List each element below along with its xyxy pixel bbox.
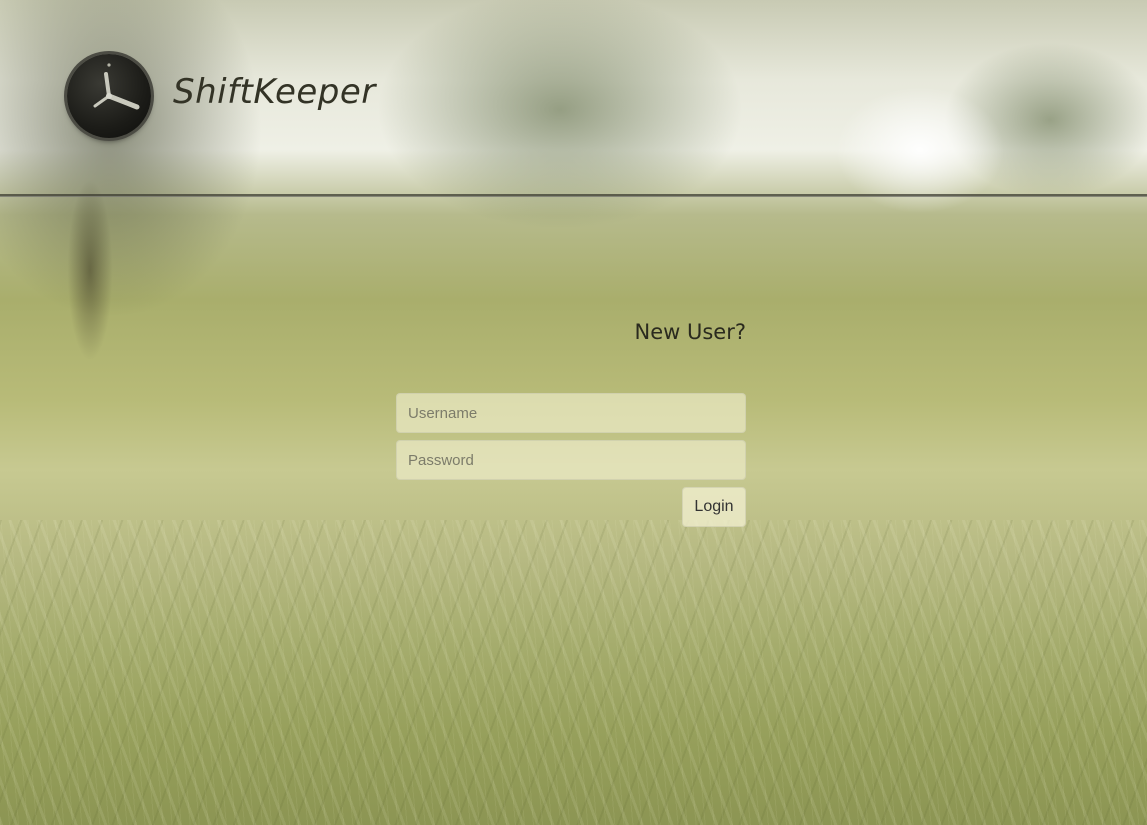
login-button[interactable]: Login (682, 487, 746, 527)
username-input[interactable] (396, 393, 746, 433)
password-input[interactable] (396, 440, 746, 480)
header-divider (0, 194, 1147, 197)
background-grass (0, 520, 1147, 825)
new-user-link[interactable]: New User? (560, 320, 747, 344)
brand-name: ShiftKeeper (173, 72, 376, 112)
clock-icon (67, 54, 151, 138)
